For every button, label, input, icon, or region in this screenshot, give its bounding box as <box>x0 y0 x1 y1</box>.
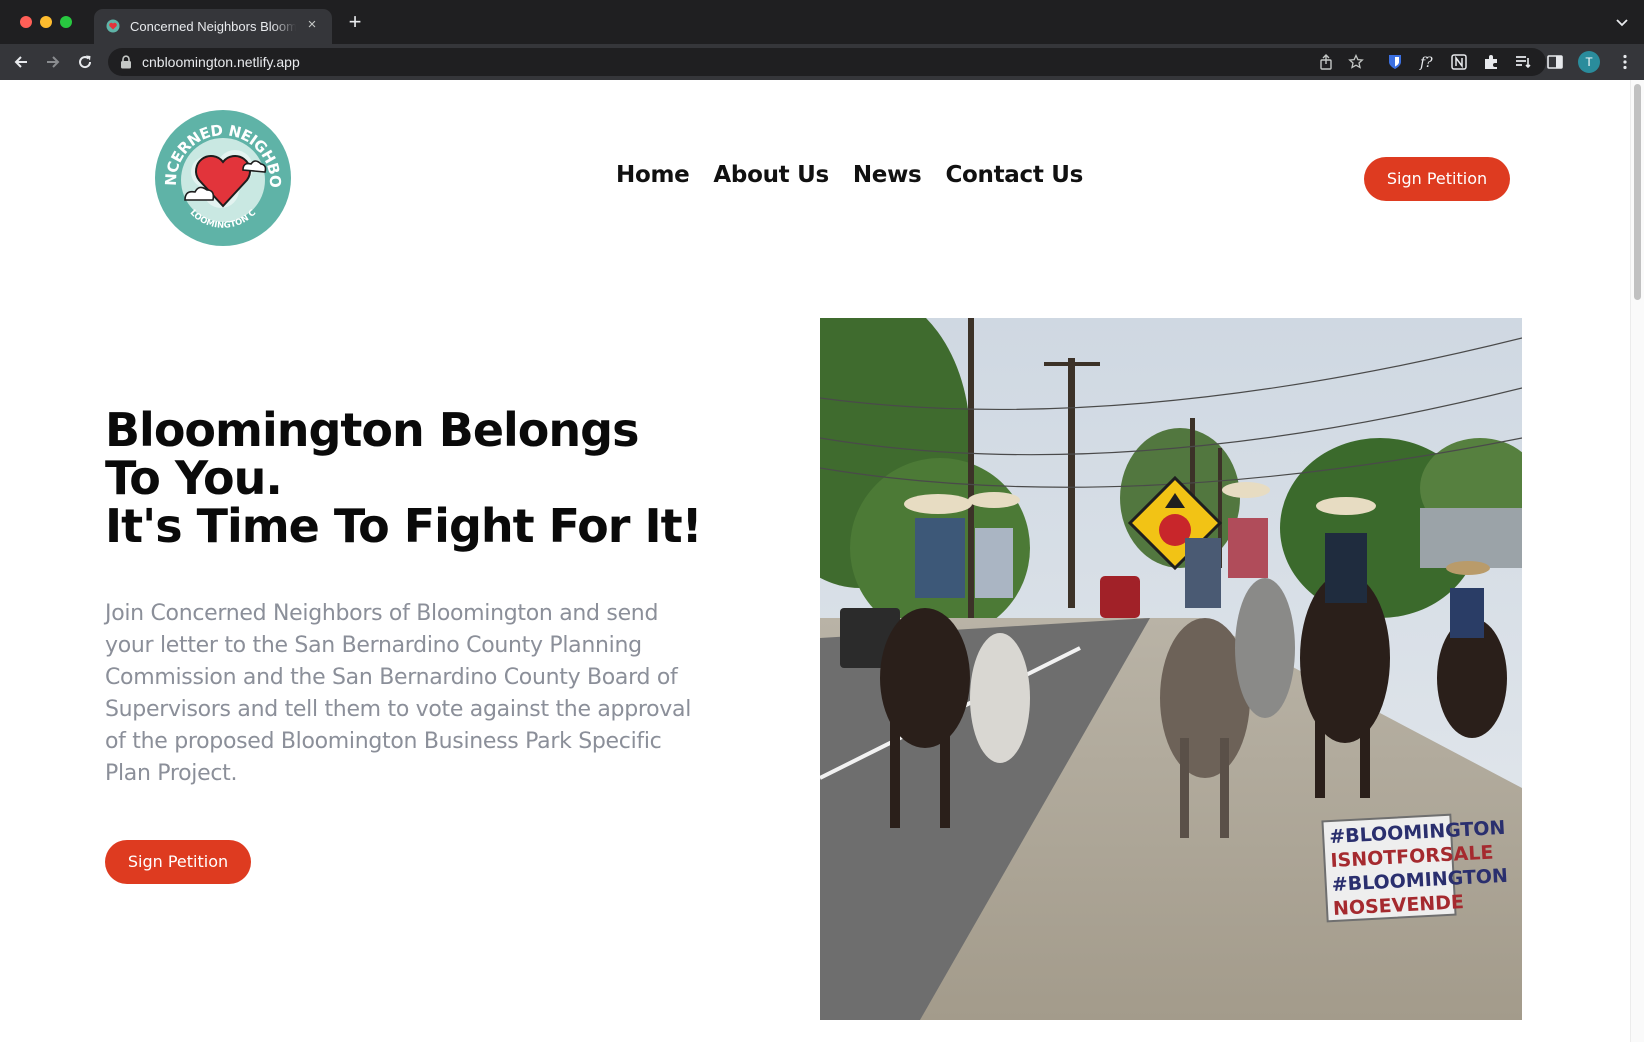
concerned-neighbors-logo[interactable]: CONCERNED NEIGHBORS BLOOMINGTON CA <box>155 110 291 246</box>
forward-arrow-icon[interactable] <box>44 53 62 71</box>
hero-sign-petition-button[interactable]: Sign Petition <box>105 840 251 884</box>
nav-link-about-us[interactable]: About Us <box>713 162 829 192</box>
nav-link-news[interactable]: News <box>853 162 922 192</box>
browser-menu-icon[interactable] <box>1616 53 1634 71</box>
hero-title-line: Bloomington Belongs <box>105 403 639 457</box>
notion-extension-icon[interactable] <box>1450 53 1468 71</box>
reading-list-icon[interactable] <box>1514 53 1532 71</box>
site-favicon-icon <box>106 19 120 33</box>
svg-text:f?: f? <box>1419 55 1433 71</box>
page-scrollbar[interactable] <box>1630 80 1644 1042</box>
window-close-button[interactable] <box>20 16 32 28</box>
password-manager-extension-icon[interactable] <box>1386 53 1404 71</box>
tab-close-icon[interactable]: × <box>304 17 320 33</box>
window-zoom-button[interactable] <box>60 16 72 28</box>
new-tab-button[interactable]: + <box>344 11 366 33</box>
url-text: cnbloomington.netlify.app <box>142 54 300 70</box>
window-minimize-button[interactable] <box>40 16 52 28</box>
bookmark-star-icon[interactable] <box>1348 54 1364 70</box>
hero-title: Bloomington Belongs To You. It's Time To… <box>105 406 705 550</box>
page-viewport: CONCERNED NEIGHBORS BLOOMINGTON CA Home … <box>0 80 1644 1042</box>
browser-tab[interactable]: Concerned Neighbors Blooming × <box>94 9 332 44</box>
hero-photo-horse-riders: #BLOOMINGTON ISNOTFORSALE #BLOOMINGTON N… <box>820 318 1522 1020</box>
browser-tab-strip: Concerned Neighbors Blooming × + <box>0 0 1644 44</box>
nav-link-home[interactable]: Home <box>616 162 690 192</box>
address-bar[interactable]: cnbloomington.netlify.app <box>108 48 1546 76</box>
lock-icon[interactable] <box>120 55 132 69</box>
hero-title-line: To You. <box>105 451 283 505</box>
header-sign-petition-button[interactable]: Sign Petition <box>1364 157 1510 201</box>
browser-toolbar: cnbloomington.netlify.app f? T <box>0 44 1644 80</box>
back-arrow-icon[interactable] <box>12 53 30 71</box>
function-extension-icon[interactable]: f? <box>1418 53 1436 71</box>
share-icon[interactable] <box>1318 54 1334 70</box>
tab-search-chevron-icon[interactable] <box>1614 14 1630 30</box>
side-panel-icon[interactable] <box>1546 53 1564 71</box>
nav-link-contact-us[interactable]: Contact Us <box>945 162 1083 192</box>
reload-icon[interactable] <box>76 53 94 71</box>
profile-avatar[interactable]: T <box>1578 51 1600 73</box>
hero-title-line: It's Time To Fight For It! <box>105 499 703 553</box>
hero-description: Join Concerned Neighbors of Bloomington … <box>105 601 692 786</box>
extensions-puzzle-icon[interactable] <box>1482 53 1500 71</box>
tab-title: Concerned Neighbors Blooming <box>130 19 296 35</box>
main-nav: Home About Us News Contact Us <box>616 162 1083 192</box>
scrollbar-thumb[interactable] <box>1634 84 1641 300</box>
